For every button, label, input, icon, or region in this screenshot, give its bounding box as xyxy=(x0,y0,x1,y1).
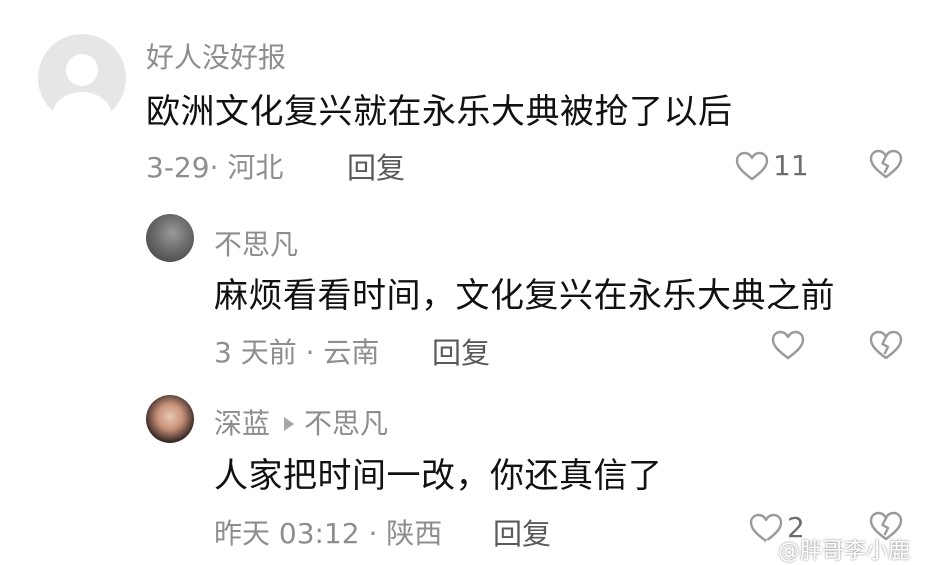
comment-text: 欧洲文化复兴就在永乐大典被抢了以后 xyxy=(146,92,733,132)
like-button[interactable] xyxy=(771,330,809,360)
reply-target[interactable]: 不思凡 xyxy=(304,407,388,440)
reply-button[interactable]: 回复 xyxy=(493,511,551,553)
comment-username[interactable]: 深蓝 不思凡 xyxy=(214,402,388,442)
comment-meta: 3-29· 河北 xyxy=(146,151,284,184)
heart-icon xyxy=(771,330,805,360)
watermark: @胖哥李小鹿 xyxy=(748,533,910,565)
weibo-logo-icon xyxy=(748,540,773,559)
comment-username[interactable]: 不思凡 xyxy=(214,223,298,263)
dislike-button[interactable] xyxy=(869,149,903,179)
avatar[interactable] xyxy=(38,34,126,122)
reply-author[interactable]: 深蓝 xyxy=(214,407,270,440)
like-button[interactable]: 11 xyxy=(735,149,809,182)
comment-meta: 3 天前 · 云南 xyxy=(214,336,380,369)
watermark-text: @胖哥李小鹿 xyxy=(778,539,911,564)
dislike-button[interactable] xyxy=(869,330,903,360)
reply-button[interactable]: 回复 xyxy=(347,145,405,187)
broken-heart-icon xyxy=(869,330,903,360)
like-count: 11 xyxy=(773,149,809,182)
comment-text: 人家把时间一改，你还真信了 xyxy=(214,456,663,496)
broken-heart-icon xyxy=(869,149,903,179)
reply-button[interactable]: 回复 xyxy=(432,330,490,372)
comment-text: 麻烦看看时间，文化复兴在永乐大典之前 xyxy=(214,276,835,316)
comment-username[interactable]: 好人没好报 xyxy=(146,36,286,76)
avatar[interactable] xyxy=(146,395,194,443)
default-avatar-icon xyxy=(52,54,112,122)
reply-arrow-icon xyxy=(284,416,295,431)
heart-icon xyxy=(735,151,769,180)
avatar[interactable] xyxy=(146,214,194,262)
comment-meta: 昨天 03:12 · 陕西 xyxy=(214,517,443,550)
